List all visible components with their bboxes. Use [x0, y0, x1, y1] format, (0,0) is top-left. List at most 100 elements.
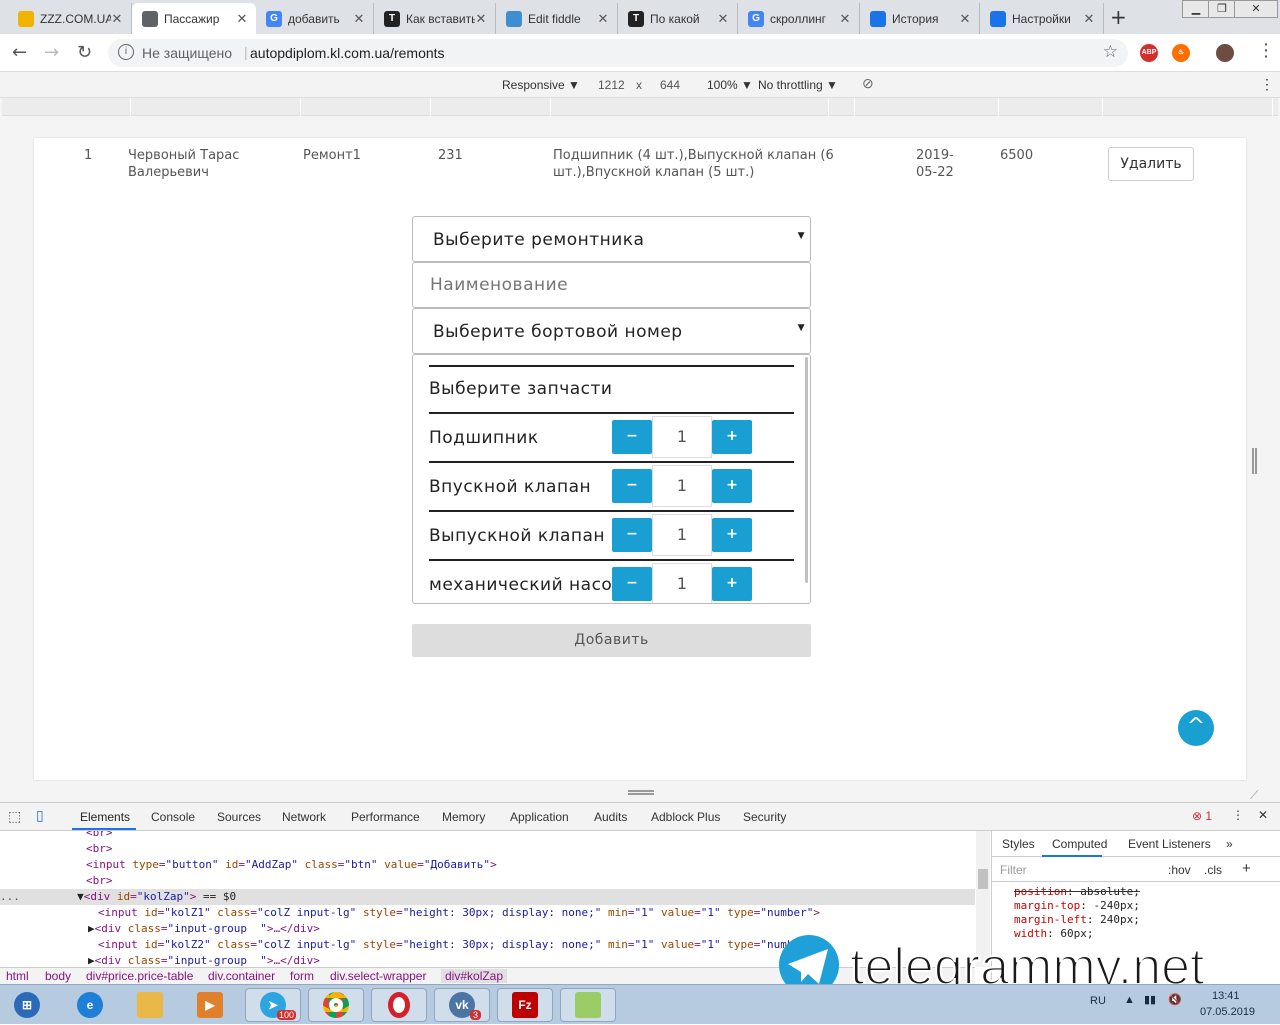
inspect-element-icon[interactable]: ⬚ — [8, 808, 21, 825]
url-text[interactable]: autopdiplom.kl.com.ua/remonts — [250, 45, 445, 61]
parts-list[interactable]: Выберите запчасти Подшипник −1 + Впускной к… — [412, 354, 811, 604]
tab-close-icon[interactable]: ✕ — [597, 11, 609, 27]
chrome-taskbar-icon[interactable] — [308, 988, 364, 1022]
hov-toggle[interactable]: :hov — [1168, 863, 1191, 877]
quantity-increment-button[interactable]: + — [712, 567, 752, 601]
quantity-decrement-button[interactable]: − — [612, 420, 652, 454]
browser-tab[interactable]: T Как вставить ✕ — [374, 3, 496, 34]
css-declaration[interactable]: margin-left: 240px; — [1014, 913, 1140, 926]
quantity-decrement-button[interactable]: − — [612, 518, 652, 552]
error-count[interactable]: ⊗ 1 — [1192, 809, 1212, 823]
quantity-input[interactable]: 1 — [652, 416, 712, 458]
device-toggle-icon[interactable]: ▯ — [36, 807, 44, 824]
css-declaration[interactable]: margin-top: -240px; — [1014, 899, 1140, 912]
info-icon[interactable]: i — [118, 44, 134, 60]
breadcrumb-item[interactable]: body — [45, 969, 71, 983]
viewport-resize-handle-bottom[interactable] — [628, 790, 654, 795]
devtools-tab-memory[interactable]: Memory — [442, 810, 485, 824]
dom-line-selected[interactable]: ... ▼<div id="kolZap"> == $0 — [0, 889, 975, 905]
new-tab-button[interactable]: + — [1110, 5, 1127, 29]
close-devtools-icon[interactable]: ✕ — [1258, 808, 1268, 822]
tab-close-icon[interactable]: ✕ — [111, 11, 123, 27]
quantity-increment-button[interactable]: + — [712, 518, 752, 552]
viewport-height-input[interactable]: 644 — [660, 78, 680, 92]
viewport-width-input[interactable]: 1212 — [598, 78, 625, 92]
rotate-icon[interactable]: ⊘ — [862, 75, 874, 92]
tab-close-icon[interactable]: ✕ — [1083, 11, 1095, 27]
board-number-select[interactable]: Выберите бортовой номер ▼ — [412, 308, 811, 354]
breadcrumb-item[interactable]: form — [290, 969, 314, 983]
language-indicator[interactable]: RU — [1090, 995, 1106, 1007]
css-declaration[interactable]: position: absolute; — [1014, 885, 1140, 898]
quantity-increment-button[interactable]: + — [712, 420, 752, 454]
ie-taskbar-icon[interactable]: e — [62, 988, 118, 1022]
browser-tab[interactable]: Настройки ✕ — [980, 3, 1104, 34]
more-tabs-icon[interactable]: » — [1226, 837, 1233, 851]
devtools-tab-application[interactable]: Application — [510, 810, 569, 824]
devtools-tab-performance[interactable]: Performance — [351, 810, 420, 824]
styles-tab-computed[interactable]: Computed — [1052, 837, 1107, 851]
add-style-icon[interactable]: + — [1242, 860, 1251, 877]
clock-date[interactable]: 07.05.2019 — [1200, 1006, 1255, 1018]
breadcrumb-item[interactable]: html — [6, 969, 29, 983]
breadcrumb-item[interactable]: div#kolZap — [441, 969, 508, 983]
devtools-tab-network[interactable]: Network — [282, 810, 326, 824]
quantity-decrement-button[interactable]: − — [612, 469, 652, 503]
mechanic-select[interactable]: Выберите ремонтника ▼ — [412, 216, 811, 262]
start-button[interactable]: ⊞ — [2, 988, 52, 1022]
minimize-button[interactable]: ▁ — [1182, 0, 1210, 18]
styles-filter[interactable]: Filter :hov .cls + — [992, 858, 1280, 882]
browser-tab[interactable]: История ✕ — [860, 3, 980, 34]
tab-close-icon[interactable]: ✕ — [353, 11, 365, 27]
browser-tab[interactable]: Edit fiddle ✕ — [496, 3, 618, 34]
zoom-select[interactable]: 100% ▼ — [707, 78, 753, 92]
dom-line[interactable]: <br> — [0, 873, 975, 889]
browser-menu-icon[interactable]: ⋮ — [1257, 40, 1275, 61]
filezilla-taskbar-icon[interactable]: Fz — [497, 988, 553, 1022]
devtools-tab-console[interactable]: Console — [151, 810, 195, 824]
styles-tab-styles[interactable]: Styles — [1002, 837, 1035, 851]
bookmark-star-icon[interactable]: ☆ — [1103, 42, 1118, 62]
tab-close-icon[interactable]: ✕ — [717, 11, 729, 27]
browser-tab[interactable]: T По какой ✕ — [618, 3, 738, 34]
quantity-increment-button[interactable]: + — [712, 469, 752, 503]
quantity-input[interactable]: 1 — [652, 514, 712, 556]
volume-muted-icon[interactable]: 🔇 — [1168, 993, 1182, 1006]
reload-icon[interactable]: ↻ — [77, 42, 92, 63]
corner-resize-icon[interactable]: ⟋ — [1250, 788, 1258, 803]
fire-extension-icon[interactable]: ♨ — [1172, 44, 1190, 62]
devtools-tab-security[interactable]: Security — [743, 810, 786, 824]
clock-time[interactable]: 13:41 — [1212, 990, 1240, 1002]
throttling-select[interactable]: No throttling ▼ — [758, 78, 838, 92]
browser-tab[interactable]: Gскроллинг ✕ — [738, 3, 860, 34]
devtools-tab-adblock-plus[interactable]: Adblock Plus — [651, 810, 720, 824]
quantity-decrement-button[interactable]: − — [612, 567, 652, 601]
tab-close-icon[interactable]: ✕ — [475, 11, 487, 27]
devtools-tab-elements[interactable]: Elements — [80, 810, 130, 824]
parts-scrollbar[interactable] — [805, 357, 808, 583]
scroll-to-top-button[interactable]: ^ — [1178, 710, 1214, 746]
tab-close-icon[interactable]: ✕ — [839, 11, 851, 27]
styles-tab-event-listeners[interactable]: Event Listeners — [1128, 837, 1211, 851]
quantity-input[interactable]: 1 — [652, 465, 712, 507]
device-mode-select[interactable]: Responsive ▼ — [502, 78, 580, 92]
dom-line[interactable]: <input type="button" id="AddZap" class="… — [0, 857, 975, 873]
breadcrumb-item[interactable]: div.container — [208, 969, 275, 983]
tab-close-icon[interactable]: ✕ — [959, 11, 971, 27]
tab-close-icon[interactable]: ✕ — [236, 11, 248, 27]
filter-input[interactable]: Filter — [1000, 863, 1027, 877]
browser-tab[interactable]: ZZZ.COM.UA ✕ — [8, 3, 132, 34]
opera-taskbar-icon[interactable] — [371, 988, 427, 1022]
device-toolbar-menu-icon[interactable]: ⋮ — [1260, 76, 1274, 93]
dom-line[interactable]: <br> — [0, 831, 975, 841]
vk-taskbar-icon[interactable]: vk 3 — [434, 988, 490, 1022]
breadcrumb-item[interactable]: div#price.price-table — [86, 969, 193, 983]
maximize-button[interactable]: ❐ — [1208, 0, 1236, 18]
network-icon[interactable]: ▮▮ — [1144, 993, 1156, 1006]
address-bar[interactable]: i Не защищено | autopdiplom.kl.com.ua/re… — [108, 39, 1128, 67]
cls-toggle[interactable]: .cls — [1204, 863, 1222, 877]
breadcrumb-item[interactable]: div.select-wrapper — [330, 969, 426, 983]
name-input[interactable] — [412, 262, 811, 308]
adblock-extension-icon[interactable]: ABP — [1140, 44, 1158, 62]
browser-tab[interactable]: Пассажир ✕ — [132, 3, 256, 34]
